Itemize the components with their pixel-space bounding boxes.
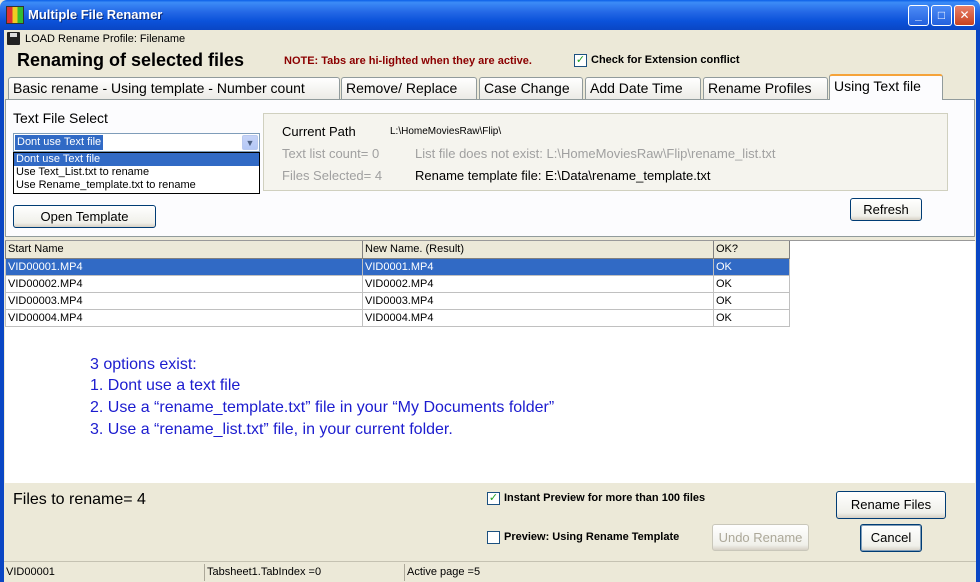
note-line: 3 options exist: — [90, 356, 197, 373]
profile-label[interactable]: LOAD Rename Profile: Filename — [25, 33, 185, 45]
refresh-button[interactable]: Refresh — [850, 198, 922, 221]
tab-using-text-file[interactable]: Using Text file — [829, 74, 943, 100]
note-line: 3. Use a “rename_list.txt” file, in your… — [90, 421, 453, 438]
file-grid[interactable]: Start Name New Name. (Result) OK? VID000… — [5, 240, 975, 483]
cell-new-name: VID0002.MP4 — [362, 274, 714, 293]
dropdown-option[interactable]: Dont use Text file — [14, 153, 259, 166]
floppy-disk-icon — [7, 32, 20, 45]
current-path-value: L:\HomeMoviesRaw\Flip\ — [390, 126, 502, 137]
chevron-down-icon[interactable]: ▼ — [242, 135, 258, 150]
info-group: Current Path L:\HomeMoviesRaw\Flip\ Text… — [263, 113, 948, 191]
close-button[interactable]: ✕ — [954, 5, 975, 26]
status-cell-active-page: Active page =5 — [404, 564, 704, 581]
text-file-select-value: Dont use Text file — [13, 134, 105, 151]
cell-start-name: VID00002.MP4 — [5, 274, 363, 293]
cell-new-name: VID0004.MP4 — [362, 308, 714, 327]
window-frame-right — [976, 30, 980, 582]
page-title: Renaming of selected files — [17, 50, 245, 70]
status-bar: VID00001 Tabsheet1.TabIndex =0 Active pa… — [4, 561, 976, 582]
window-frame-left — [0, 30, 4, 582]
open-template-button[interactable]: Open Template — [13, 205, 156, 228]
table-row[interactable]: VID00003.MP4 VID0003.MP4 OK — [5, 291, 790, 310]
preview-template-label: Preview: Using Rename Template — [504, 531, 680, 543]
rename-files-button[interactable]: Rename Files — [836, 491, 946, 519]
table-row[interactable]: VID00001.MP4 VID0001.MP4 OK — [5, 257, 790, 276]
note-line: 2. Use a “rename_template.txt” file in y… — [90, 399, 555, 416]
tabs-note: NOTE: Tabs are hi-lighted when they are … — [284, 55, 532, 67]
check-extension-checkbox[interactable]: ✓ — [574, 54, 587, 67]
file-table: Start Name New Name. (Result) OK? VID000… — [5, 241, 790, 327]
table-header-row: Start Name New Name. (Result) OK? — [5, 241, 790, 259]
instant-preview-checkbox[interactable]: ✓ — [487, 492, 500, 505]
cell-ok: OK — [713, 274, 790, 293]
current-path-label: Current Path — [282, 124, 356, 139]
list-file-status: List file does not exist: L:\HomeMoviesR… — [415, 146, 776, 161]
tab-rename-profiles[interactable]: Rename Profiles — [703, 77, 828, 99]
tab-add-date-time[interactable]: Add Date Time — [585, 77, 701, 99]
text-file-select-label: Text File Select — [13, 110, 108, 126]
files-selected: Files Selected= 4 — [282, 168, 383, 183]
cell-ok: OK — [713, 257, 790, 276]
text-list-count: Text list count= 0 — [282, 146, 380, 161]
cell-ok: OK — [713, 291, 790, 310]
minimize-button[interactable]: _ — [908, 5, 929, 26]
status-cell-file: VID00001 — [6, 566, 55, 578]
cell-new-name: VID0001.MP4 — [362, 257, 714, 276]
rename-template-file: Rename template file: E:\Data\rename_tem… — [415, 168, 711, 183]
check-extension-label: Check for Extension conflict — [591, 54, 740, 66]
tab-basic-rename[interactable]: Basic rename - Using template - Number c… — [8, 77, 340, 99]
dropdown-option[interactable]: Use Rename_template.txt to rename — [14, 179, 259, 192]
text-file-select-combo[interactable]: Dont use Text file ▼ — [13, 133, 260, 152]
column-header-ok[interactable]: OK? — [713, 241, 790, 259]
tab-remove-replace[interactable]: Remove/ Replace — [341, 77, 477, 99]
cell-start-name: VID00003.MP4 — [5, 291, 363, 310]
text-file-select-dropdown: Dont use Text file Use Text_List.txt to … — [13, 152, 260, 194]
cell-start-name: VID00001.MP4 — [5, 257, 363, 276]
undo-rename-button[interactable]: Undo Rename — [712, 524, 809, 551]
instant-preview-label: Instant Preview for more than 100 files — [504, 492, 706, 504]
column-header-new-name[interactable]: New Name. (Result) — [362, 241, 714, 259]
cell-new-name: VID0003.MP4 — [362, 291, 714, 310]
column-header-start-name[interactable]: Start Name — [5, 241, 363, 259]
window-title: Multiple File Renamer — [28, 7, 163, 22]
table-row[interactable]: VID00002.MP4 VID0002.MP4 OK — [5, 274, 790, 293]
maximize-button[interactable]: □ — [931, 5, 952, 26]
app-icon — [6, 6, 24, 24]
cancel-button[interactable]: Cancel — [860, 524, 922, 552]
note-line: 1. Dont use a text file — [90, 377, 241, 394]
cell-start-name: VID00004.MP4 — [5, 308, 363, 327]
files-to-rename: Files to rename= 4 — [13, 491, 146, 508]
dropdown-option[interactable]: Use Text_List.txt to rename — [14, 166, 259, 179]
status-cell-tabindex: Tabsheet1.TabIndex =0 — [204, 564, 404, 581]
cell-ok: OK — [713, 308, 790, 327]
tab-case-change[interactable]: Case Change — [479, 77, 583, 99]
title-bar[interactable]: Multiple File Renamer _ □ ✕ — [0, 0, 980, 30]
preview-template-checkbox[interactable] — [487, 531, 500, 544]
table-row[interactable]: VID00004.MP4 VID0004.MP4 OK — [5, 308, 790, 327]
